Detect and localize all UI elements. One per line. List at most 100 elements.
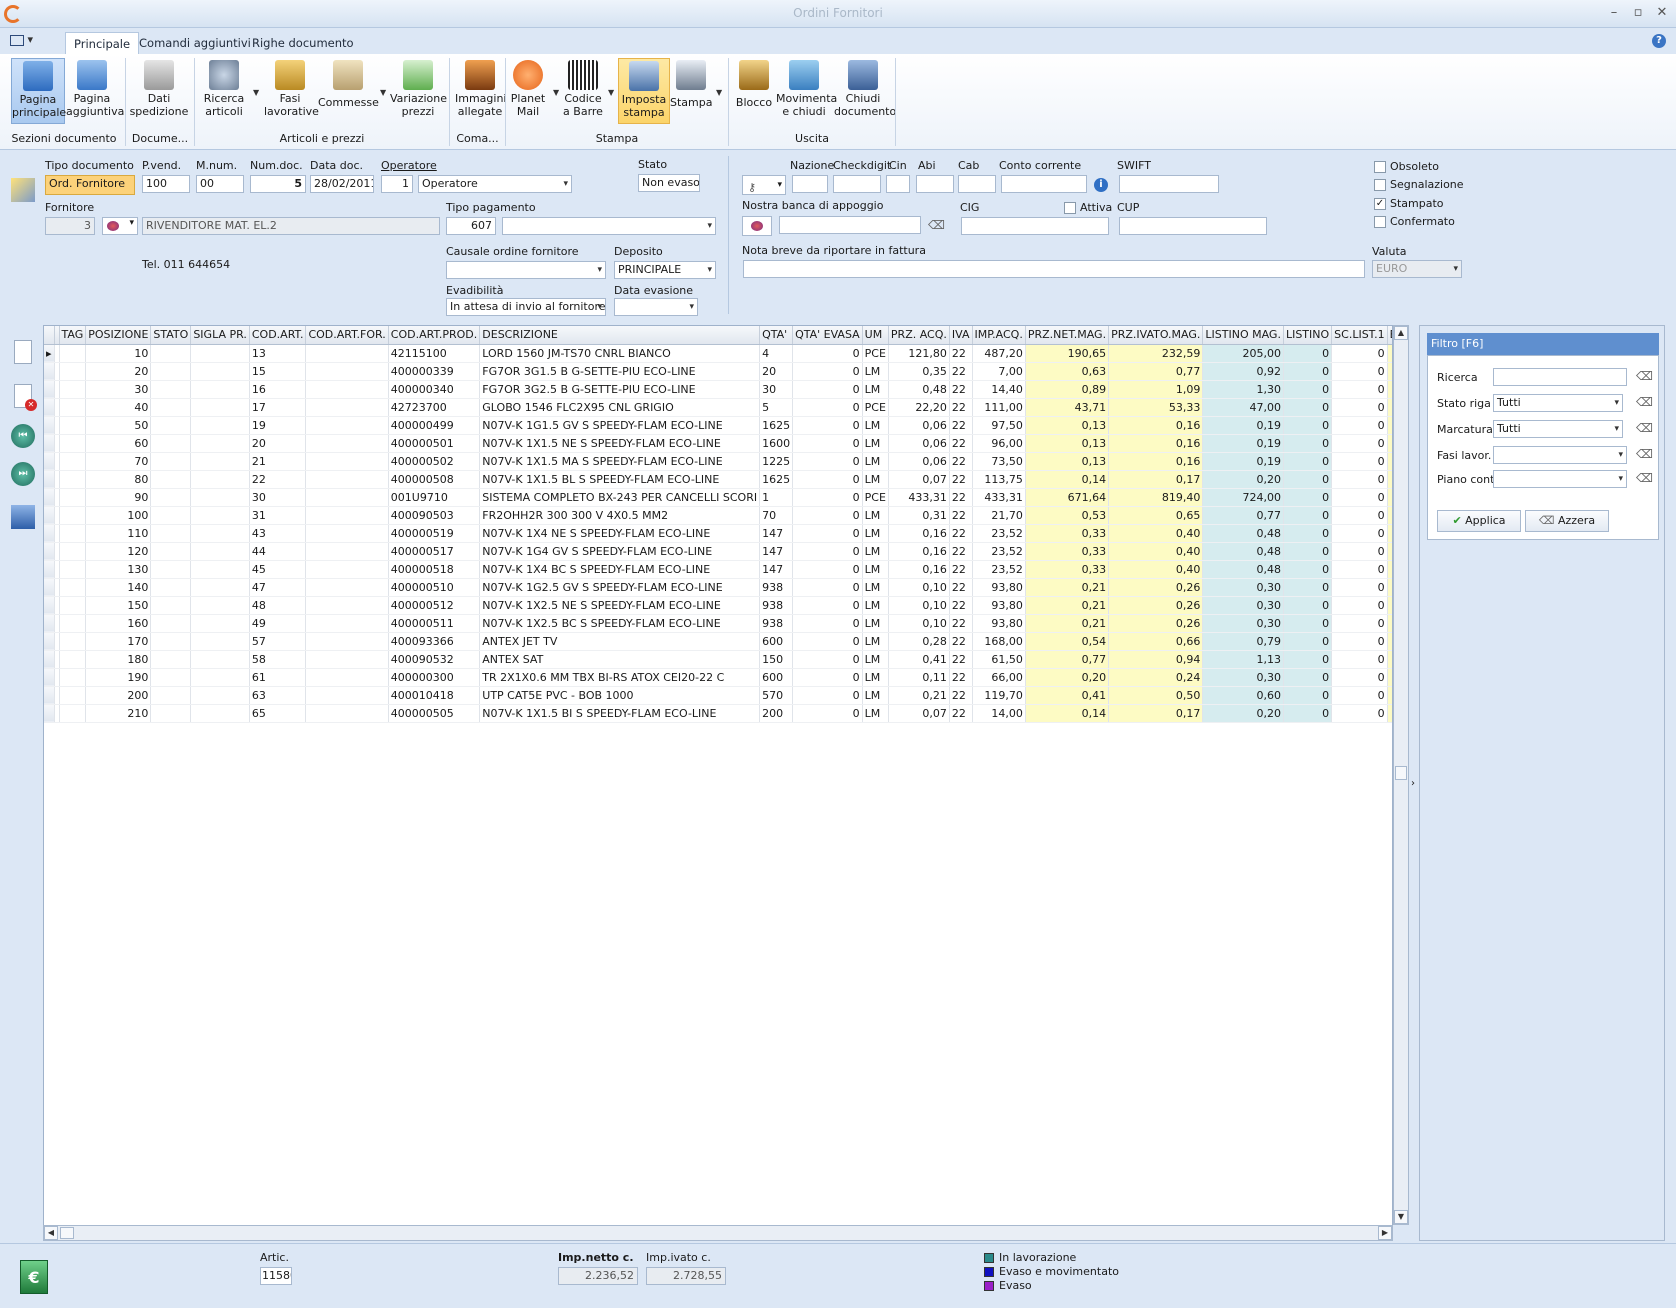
table-cell[interactable]: 0	[1283, 542, 1333, 561]
table-cell[interactable]: 724,00	[1202, 488, 1284, 507]
column-header[interactable]: COD.ART.PROD.	[388, 326, 481, 345]
table-cell[interactable]: 0,40	[1108, 524, 1204, 543]
table-cell[interactable]: LM	[862, 452, 889, 471]
table-cell[interactable]: 0	[792, 398, 863, 417]
table-cell[interactable]: 53,33	[1108, 398, 1204, 417]
table-cell[interactable]	[305, 614, 389, 633]
table-row[interactable]: 150 48 400000512 N07V-K 1X2.5 NE S SPEEDY-F…	[44, 596, 1392, 615]
table-cell[interactable]: 43	[249, 524, 307, 543]
table-cell[interactable]: 22	[949, 416, 973, 435]
table-cell[interactable]: 20	[85, 362, 152, 381]
eraser-icon[interactable]: ⌫	[928, 218, 945, 232]
table-cell[interactable]	[305, 578, 389, 597]
table-cell[interactable]: 0	[792, 560, 863, 579]
table-cell[interactable]: 0	[792, 596, 863, 615]
table-cell[interactable]	[305, 344, 389, 363]
table-cell[interactable]: 22	[949, 488, 973, 507]
table-cell[interactable]	[190, 614, 250, 633]
table-cell[interactable]	[305, 650, 389, 669]
table-cell[interactable]	[305, 596, 389, 615]
table-cell[interactable]	[150, 452, 192, 471]
row-indicator[interactable]	[44, 632, 55, 651]
table-cell[interactable]: 147	[759, 524, 794, 543]
minimize-button[interactable]: –	[1604, 4, 1624, 22]
grid-vertical-scrollbar[interactable]: ▲ ▼	[1393, 325, 1409, 1225]
column-header[interactable]: SIGLA PR.	[190, 326, 250, 345]
table-cell[interactable]: 7,00	[972, 362, 1026, 381]
table-cell[interactable]: 0,14	[1025, 704, 1110, 723]
table-cell[interactable]: 0	[792, 506, 863, 525]
mnum-field[interactable]: 00	[196, 175, 244, 193]
table-cell[interactable]: 0,30	[1202, 614, 1284, 633]
table-cell[interactable]: 205,00	[1202, 344, 1284, 363]
info-icon[interactable]: i	[1094, 178, 1108, 192]
table-cell[interactable]: 0,28	[888, 632, 950, 651]
table-cell[interactable]: 0	[1283, 470, 1333, 489]
operatore-number-field[interactable]: 1	[381, 175, 413, 193]
table-cell[interactable]: 42723700	[388, 398, 481, 417]
column-header[interactable]: LISTINO MAG.	[1202, 326, 1284, 345]
pagina-aggiuntiva-button[interactable]: Pagina aggiuntiva	[66, 58, 124, 124]
table-cell[interactable]: 0	[792, 434, 863, 453]
table-cell[interactable]: 1625	[759, 416, 794, 435]
table-cell[interactable]	[150, 704, 192, 723]
magic-wand-icon[interactable]	[11, 178, 35, 202]
table-cell[interactable]: 400090503	[388, 506, 481, 525]
table-cell[interactable]: 45	[249, 560, 307, 579]
scroll-up-button[interactable]: ▲	[1394, 326, 1408, 340]
table-cell[interactable]	[59, 578, 87, 597]
table-cell[interactable]: N07V-K 1G2.5 GV S SPEEDY-FLAM ECO-LINE	[479, 578, 761, 597]
table-cell[interactable]: 0	[792, 524, 863, 543]
table-cell[interactable]: 400000512	[388, 596, 481, 615]
table-cell[interactable]: TR 2X1X0.6 MM TBX BI-RS ATOX CEI20-22 C	[479, 668, 761, 687]
table-cell[interactable]: 0,20	[1202, 470, 1284, 489]
table-cell[interactable]: 70	[85, 452, 152, 471]
table-cell[interactable]: N07V-K 1X1.5 NE S SPEEDY-FLAM ECO-LINE	[479, 434, 761, 453]
pvend-field[interactable]: 100	[142, 175, 190, 193]
row-indicator[interactable]	[44, 578, 55, 597]
table-cell[interactable]: 22	[949, 506, 973, 525]
table-cell[interactable]	[150, 434, 192, 453]
table-cell[interactable]: LM	[862, 632, 889, 651]
table-cell[interactable]: 400000499	[388, 416, 481, 435]
table-cell[interactable]: 160	[85, 614, 152, 633]
cig-field[interactable]	[961, 217, 1109, 235]
table-cell[interactable]	[305, 470, 389, 489]
table-cell[interactable]: 22	[949, 632, 973, 651]
table-cell[interactable]	[59, 470, 87, 489]
table-row[interactable]: 190 61 400000300 TR 2X1X0.6 MM TBX BI-RS AT…	[44, 668, 1392, 687]
table-cell[interactable]: 43,71	[1025, 398, 1110, 417]
table-cell[interactable]: 0	[1283, 416, 1333, 435]
table-cell[interactable]: 400000340	[388, 380, 481, 399]
table-cell[interactable]: 180	[85, 650, 152, 669]
table-cell[interactable]: 0,17	[1108, 470, 1204, 489]
table-cell[interactable]	[150, 344, 192, 363]
table-cell[interactable]: 0,13	[1025, 452, 1110, 471]
table-cell[interactable]	[190, 650, 250, 669]
table-row[interactable]: 130 45 400000518 N07V-K 1X4 BC S SPEEDY-FLA…	[44, 560, 1392, 579]
table-cell[interactable]: 121,80	[888, 344, 950, 363]
table-cell[interactable]: 0	[1331, 470, 1388, 489]
table-cell[interactable]: 0,20	[1202, 704, 1284, 723]
table-cell[interactable]: 487,20	[972, 344, 1026, 363]
table-cell[interactable]: 0,89	[1025, 380, 1110, 399]
table-cell[interactable]: N07V-K 1G4 GV S SPEEDY-FLAM ECO-LINE	[479, 542, 761, 561]
table-cell[interactable]: FR2OHH2R 300 300 V 4X0.5 MM2	[479, 506, 761, 525]
table-cell[interactable]: 0,48	[1202, 542, 1284, 561]
table-cell[interactable]: LM	[862, 380, 889, 399]
table-cell[interactable]: 0,06	[888, 452, 950, 471]
table-cell[interactable]: 0	[792, 488, 863, 507]
table-cell[interactable]	[59, 506, 87, 525]
table-cell[interactable]: 400093366	[388, 632, 481, 651]
eraser-icon[interactable]: ⌫	[1636, 421, 1653, 435]
table-cell[interactable]	[305, 488, 389, 507]
table-cell[interactable]: 0,26	[1108, 614, 1204, 633]
table-cell[interactable]: N07V-K 1X1.5 BL S SPEEDY-FLAM ECO-LINE	[479, 470, 761, 489]
table-cell[interactable]: 20	[249, 434, 307, 453]
table-row[interactable]: 210 65 400000505 N07V-K 1X1.5 BI S SPEEDY-F…	[44, 704, 1392, 723]
table-row[interactable]: 110 43 400000519 N07V-K 1X4 NE S SPEEDY-FLA…	[44, 524, 1392, 543]
table-cell[interactable]: N07V-K 1X4 BC S SPEEDY-FLAM ECO-LINE	[479, 560, 761, 579]
datadoc-field[interactable]: 28/02/2011	[310, 175, 374, 193]
chevron-down-icon[interactable]: ▼	[253, 88, 259, 97]
tipo-pagamento-code-field[interactable]: 607	[446, 217, 496, 235]
